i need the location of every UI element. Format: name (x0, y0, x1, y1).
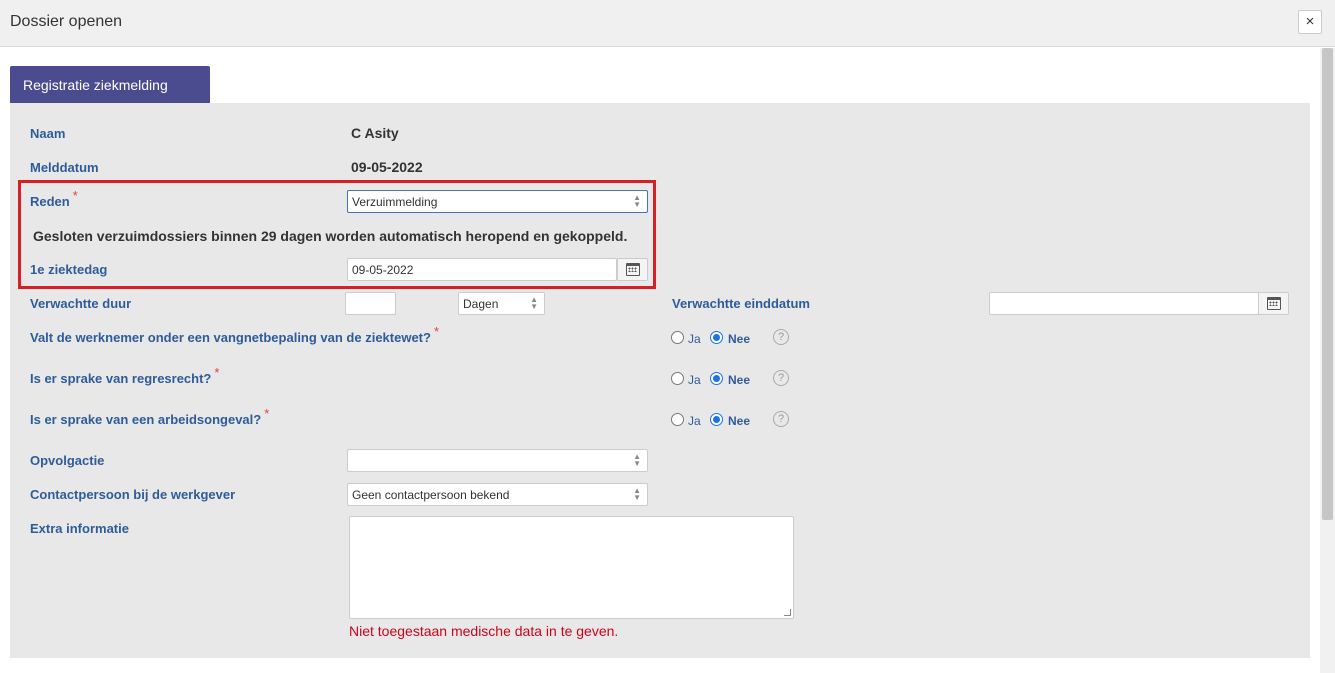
help-icon[interactable]: ? (773, 329, 789, 345)
vangnet-nee-radio[interactable] (710, 331, 723, 344)
dialog-title: Dossier openen (10, 13, 123, 30)
dialog-header: Dossier openen × (0, 0, 1335, 47)
arbeidsongeval-label: Is er sprake van een arbeidsongeval? * (30, 406, 269, 427)
regres-nee-label[interactable]: Nee (728, 373, 750, 387)
arbeidsongeval-nee-radio[interactable] (710, 413, 723, 426)
einddatum-calendar-button[interactable] (1258, 292, 1289, 315)
arbeidsongeval-nee-label[interactable]: Nee (728, 414, 750, 428)
vangnet-ja-radio[interactable] (671, 331, 684, 344)
medical-data-warning: Niet toegestaan medische data in te geve… (349, 623, 619, 639)
tab-registratie-ziekmelding[interactable]: Registratie ziekmelding (10, 66, 210, 103)
required-marker: * (264, 406, 270, 421)
vangnet-label-text: Valt de werknemer onder een vangnetbepal… (30, 330, 431, 345)
vangnet-ja-label[interactable]: Ja (688, 332, 701, 346)
calendar-icon (1267, 297, 1281, 310)
naam-value: C Asity (351, 125, 399, 141)
scrollbar-thumb[interactable] (1322, 48, 1333, 520)
highlight-box (18, 180, 656, 289)
regres-label: Is er sprake van regresrecht? * (30, 365, 219, 386)
required-marker: * (214, 365, 220, 380)
duur-input[interactable] (345, 292, 396, 315)
select-arrows-icon: ▲ ▼ (633, 486, 641, 502)
required-marker: * (433, 324, 440, 339)
help-icon[interactable]: ? (773, 370, 789, 386)
contactpersoon-select[interactable]: Geen contactpersoon bekend ▲ ▼ (347, 483, 648, 506)
contactpersoon-value: Geen contactpersoon bekend (352, 488, 510, 502)
einddatum-input[interactable] (989, 292, 1259, 315)
naam-label: Naam (30, 126, 66, 141)
melddatum-value: 09-05-2022 (351, 159, 423, 175)
einddatum-label: Verwachtte einddatum (672, 296, 810, 311)
select-arrows-icon: ▲ ▼ (633, 452, 641, 468)
duur-label: Verwachtte duur (30, 296, 132, 311)
regres-ja-label[interactable]: Ja (688, 373, 701, 387)
resize-grip-icon[interactable] (784, 609, 791, 616)
melddatum-label: Melddatum (30, 160, 99, 175)
close-button[interactable]: × (1298, 10, 1322, 34)
regres-nee-radio[interactable] (710, 372, 723, 385)
regres-ja-radio[interactable] (671, 372, 684, 385)
regres-label-text: Is er sprake van regresrecht? (30, 371, 212, 386)
extra-label: Extra informatie (30, 521, 129, 536)
arbeidsongeval-ja-label[interactable]: Ja (688, 414, 701, 428)
select-arrows-icon: ▲ ▼ (530, 295, 538, 311)
arbeidsongeval-ja-radio[interactable] (671, 413, 684, 426)
opvolgactie-select[interactable]: ▲ ▼ (347, 449, 648, 472)
extra-textarea[interactable] (349, 516, 794, 619)
opvolgactie-label: Opvolgactie (30, 453, 105, 468)
arbeidsongeval-label-text: Is er sprake van een arbeidsongeval? (30, 412, 262, 427)
contactpersoon-label: Contactpersoon bij de werkgever (30, 487, 236, 502)
help-icon[interactable]: ? (773, 411, 789, 427)
close-icon: × (1305, 13, 1315, 30)
vangnet-nee-label[interactable]: Nee (728, 332, 750, 346)
vangnet-label: Valt de werknemer onder een vangnetbepal… (30, 324, 439, 345)
duur-unit-value: Dagen (463, 297, 499, 311)
duur-unit-select[interactable]: Dagen ▲ ▼ (458, 292, 545, 315)
